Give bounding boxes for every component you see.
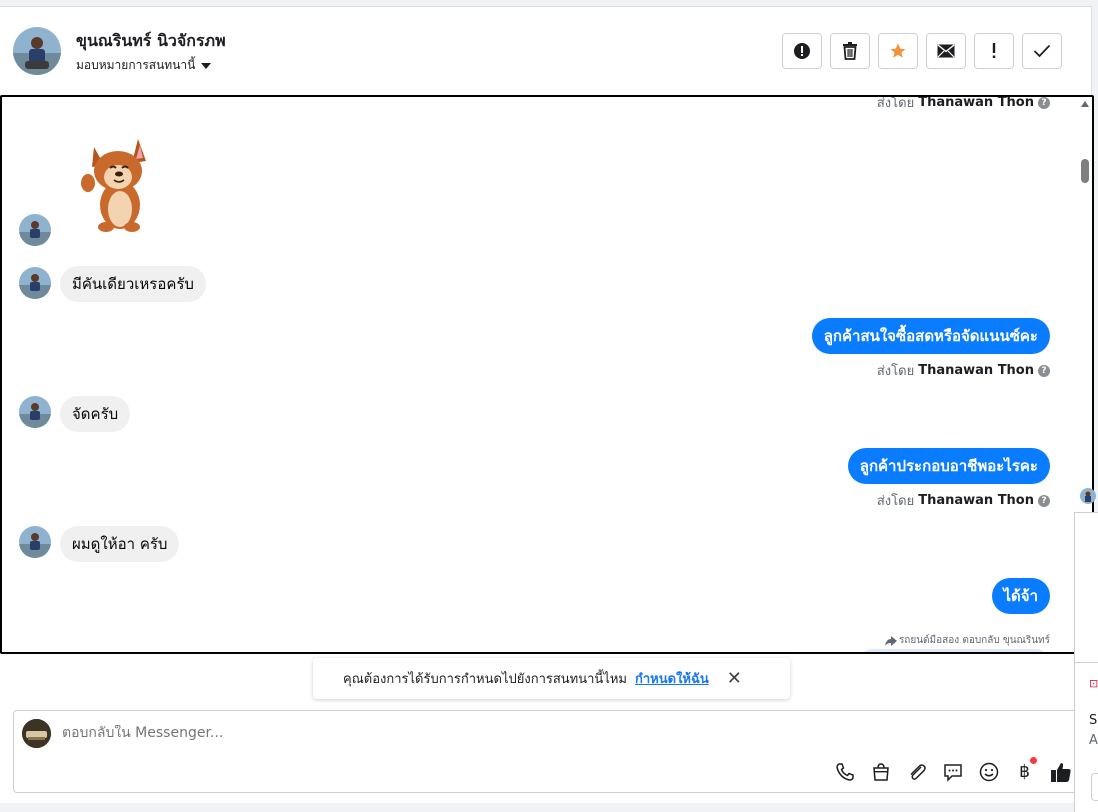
baht-icon: ฿ <box>1019 761 1030 782</box>
contact-mini-avatar <box>19 214 51 246</box>
message-bubble-incoming[interactable]: จัดครับ <box>60 396 131 432</box>
follow-up-button[interactable] <box>974 33 1014 69</box>
star-icon <box>890 43 906 58</box>
conversation-actions <box>782 33 1062 69</box>
contact-mini-avatar <box>19 267 51 299</box>
conversation-pane: ขุนณรินทร์ นิวจักรภพ มอบหมายการสนทนานี้ <box>0 6 1094 803</box>
message-bubble-outgoing[interactable]: ได้จ้า <box>991 578 1050 614</box>
caret-down-icon <box>201 62 212 69</box>
sent-by-label: ส่งโดย Thanawan Thon ? <box>877 97 1050 113</box>
side-panel-card: ⊡ Se A <box>1074 662 1098 812</box>
side-panel-button[interactable] <box>1091 773 1098 801</box>
sent-by-label: ส่งโดย Thanawan Thon ? <box>877 490 1050 511</box>
thumbs-up-icon <box>1050 762 1071 782</box>
chat-head-avatar[interactable] <box>1080 488 1096 504</box>
contact-mini-avatar <box>19 526 51 558</box>
trash-icon <box>843 42 857 60</box>
composer-toolbar: ฿ <box>832 757 1073 784</box>
smiley-icon <box>979 762 998 781</box>
emoji-button[interactable] <box>976 759 1001 784</box>
question-icon[interactable]: ? <box>1038 97 1050 109</box>
report-spam-button[interactable] <box>782 33 822 69</box>
saved-replies-button[interactable] <box>940 759 965 784</box>
payment-button[interactable]: ฿ <box>1012 757 1037 784</box>
assign-to-me-link[interactable]: กำหนดให้ฉัน <box>635 668 709 689</box>
side-panel-text: Se <box>1089 713 1098 728</box>
reply-input[interactable] <box>62 725 762 741</box>
scroll-up-arrow-icon[interactable] <box>1081 101 1089 107</box>
chat-bubble-icon <box>943 763 962 782</box>
reply-note: รถยนต์มือสอง ตอบกลับ ขุนณรินทร์ <box>884 633 1050 648</box>
phone-button[interactable] <box>832 759 857 784</box>
message-bubble-outgoing[interactable]: ลูกค้าสนใจซื้อสดหรือจัดแนนซ์คะ <box>811 318 1050 354</box>
sent-by-label: ส่งโดย Thanawan Thon ? <box>877 360 1050 381</box>
notification-dot <box>1030 757 1037 764</box>
star-button[interactable] <box>878 33 918 69</box>
corgi-sticker <box>76 135 152 235</box>
assign-dropdown[interactable]: มอบหมายการสนทนานี้ <box>76 56 212 75</box>
side-panel <box>1074 512 1098 662</box>
mark-done-button[interactable] <box>1022 33 1062 69</box>
contact-avatar[interactable] <box>13 27 61 75</box>
side-panel-subtext: A <box>1089 733 1098 748</box>
question-icon[interactable]: ? <box>1038 364 1050 377</box>
scrollbar-thumb[interactable] <box>1081 159 1089 183</box>
alert-circle-icon <box>794 43 810 59</box>
exclamation-icon <box>992 43 996 58</box>
envelope-icon <box>937 44 955 58</box>
message-bubble-outgoing[interactable]: ลูกค้าประกอบอาชีพอะไรคะ <box>847 448 1050 484</box>
mark-unread-button[interactable] <box>926 33 966 69</box>
message-thread[interactable]: ส่งโดย Thanawan Thon ? มีคันเดียวเหรอครั… <box>0 95 1094 654</box>
message-bubble-partial <box>860 649 1048 652</box>
attach-button[interactable] <box>904 759 929 784</box>
contact-name[interactable]: ขุนณรินทร์ นิวจักรภพ <box>76 29 226 54</box>
contact-mini-avatar <box>19 396 51 428</box>
assign-notification: คุณต้องการได้รับการกำหนดไปยังการสนทนานี้… <box>313 658 790 699</box>
inbox-app: ขุนณรินทร์ นิวจักรภพ มอบหมายการสนทนานี้ <box>0 0 1098 812</box>
conversation-header: ขุนณรินทร์ นิวจักรภพ มอบหมายการสนทนานี้ <box>0 7 1091 95</box>
assign-label: มอบหมายการสนทนานี้ <box>76 58 196 72</box>
page-avatar <box>22 719 51 748</box>
delete-button[interactable] <box>830 33 870 69</box>
paperclip-icon <box>909 763 926 780</box>
close-icon[interactable]: ✕ <box>727 668 742 689</box>
like-button[interactable] <box>1048 759 1073 784</box>
check-icon <box>1033 44 1051 58</box>
message-bubble-incoming[interactable]: มีคันเดียวเหรอครับ <box>60 266 206 302</box>
reply-composer: ฿ <box>13 710 1083 793</box>
message-bubble-incoming[interactable]: ผมดูให้อา ครับ <box>60 526 180 562</box>
shop-button[interactable] <box>868 759 893 784</box>
notification-text: คุณต้องการได้รับการกำหนดไปยังการสนทนานี้… <box>343 672 627 687</box>
brand-mark-icon: ⊡ <box>1089 677 1098 690</box>
shopping-bag-icon <box>872 762 889 781</box>
phone-icon <box>835 762 854 781</box>
question-icon[interactable]: ? <box>1038 494 1050 507</box>
reply-arrow-icon <box>884 635 897 646</box>
